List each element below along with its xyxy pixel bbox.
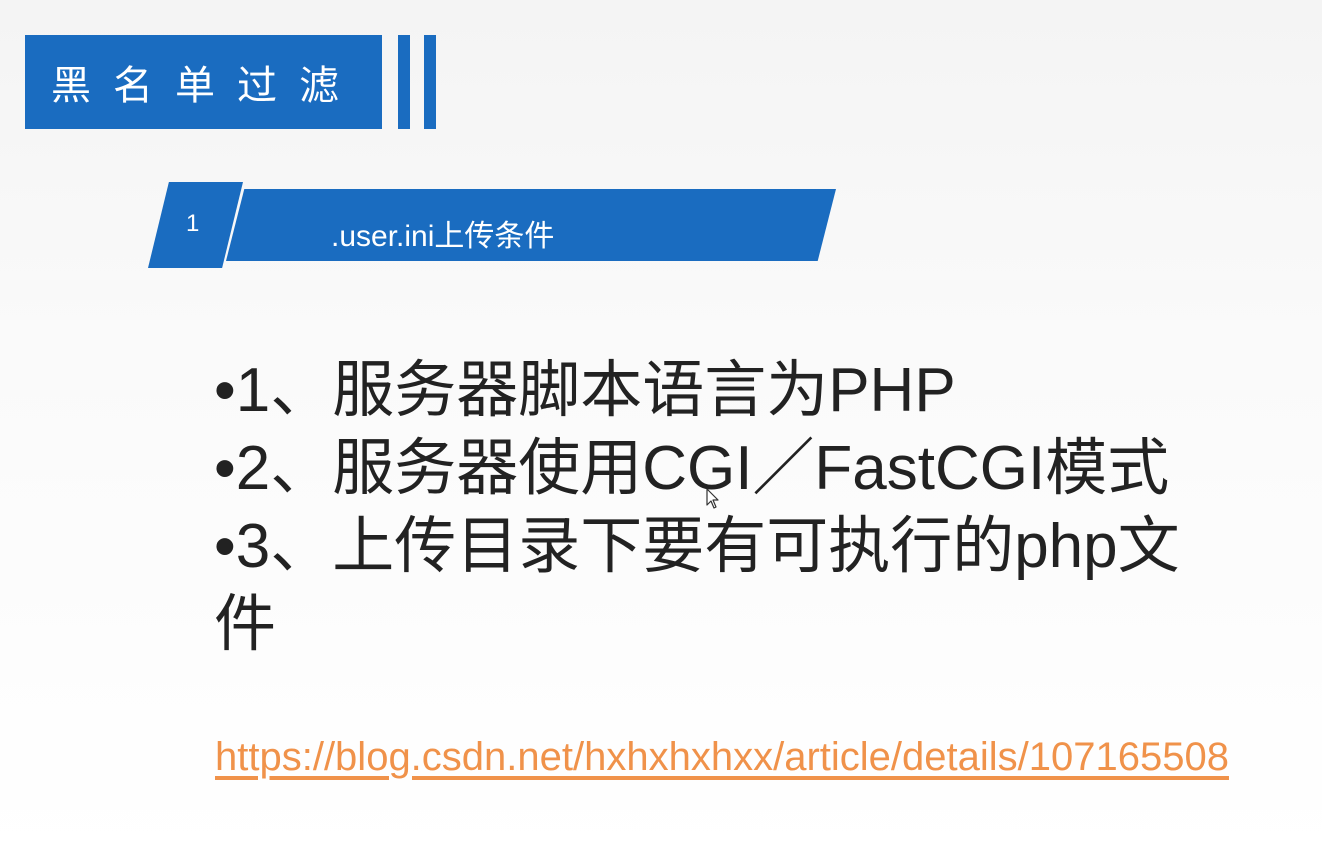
mouse-cursor-icon	[706, 488, 719, 509]
slide-title: 黑名单过滤	[51, 63, 361, 109]
bullet-item: •2、服务器使用CGI／FastCGI模式	[214, 434, 1170, 503]
bullet-item: •1、服务器脚本语言为PHP	[214, 356, 956, 425]
title-banner: 黑名单过滤	[25, 35, 382, 129]
reference-link[interactable]: https://blog.csdn.net/hxhxhxhxx/article/…	[215, 735, 1229, 780]
slide: 黑名单过滤 1 .user.ini上传条件 •1、服务器脚本语言为PHP •2、…	[0, 0, 1322, 860]
title-accent-bar	[398, 35, 410, 129]
bullet-item: •3、上传目录下要有可执行的php文件	[214, 512, 1180, 659]
section-number: 1	[186, 210, 200, 237]
title-accent-bar	[424, 35, 436, 129]
bullet-list: •1、服务器脚本语言为PHP •2、服务器使用CGI／FastCGI模式 •3、…	[214, 352, 1234, 664]
section-title: .user.ini上传条件	[331, 220, 555, 253]
